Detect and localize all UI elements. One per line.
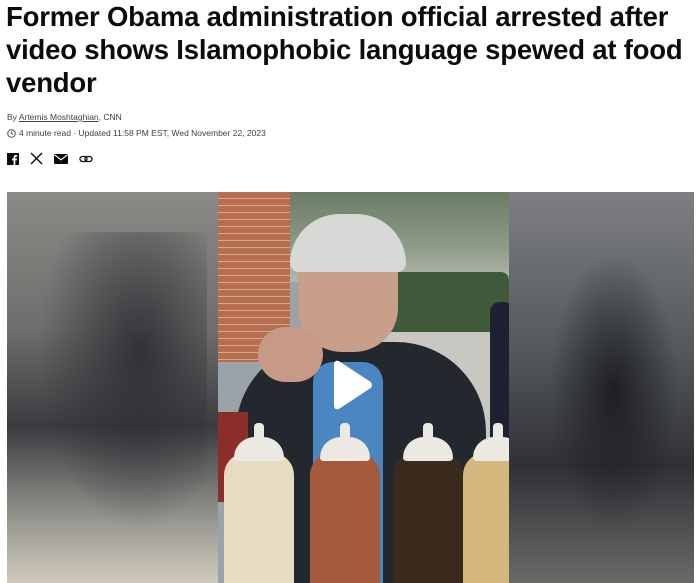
pointing-hand bbox=[258, 327, 323, 382]
byline: By Artemis Moshtaghian, CNN bbox=[7, 112, 122, 122]
byline-prefix: By bbox=[7, 112, 19, 122]
meta-separator: · bbox=[70, 128, 79, 138]
video-player[interactable] bbox=[7, 192, 694, 583]
email-icon[interactable] bbox=[54, 153, 68, 164]
condiment-bottle bbox=[310, 423, 380, 583]
article-headline: Former Obama administration official arr… bbox=[6, 1, 683, 98]
updated-timestamp: Updated 11:58 PM EST, Wed November 22, 2… bbox=[78, 128, 266, 138]
condiment-bottle bbox=[224, 423, 294, 583]
author-link[interactable]: Artemis Moshtaghian bbox=[19, 112, 99, 122]
read-time: 4 minute read bbox=[19, 128, 71, 138]
facebook-icon[interactable] bbox=[7, 152, 19, 165]
play-icon[interactable] bbox=[328, 360, 374, 410]
article-meta: 4 minute read · Updated 11:58 PM EST, We… bbox=[7, 128, 266, 138]
link-icon[interactable] bbox=[79, 154, 93, 164]
video-blur-left bbox=[7, 192, 218, 583]
clock-icon bbox=[7, 128, 16, 138]
share-bar bbox=[7, 152, 93, 165]
video-blur-right bbox=[509, 192, 694, 583]
x-icon[interactable] bbox=[30, 152, 43, 165]
condiment-bottle bbox=[463, 423, 509, 583]
condiment-bottle bbox=[393, 423, 463, 583]
byline-suffix: , CNN bbox=[98, 112, 122, 122]
